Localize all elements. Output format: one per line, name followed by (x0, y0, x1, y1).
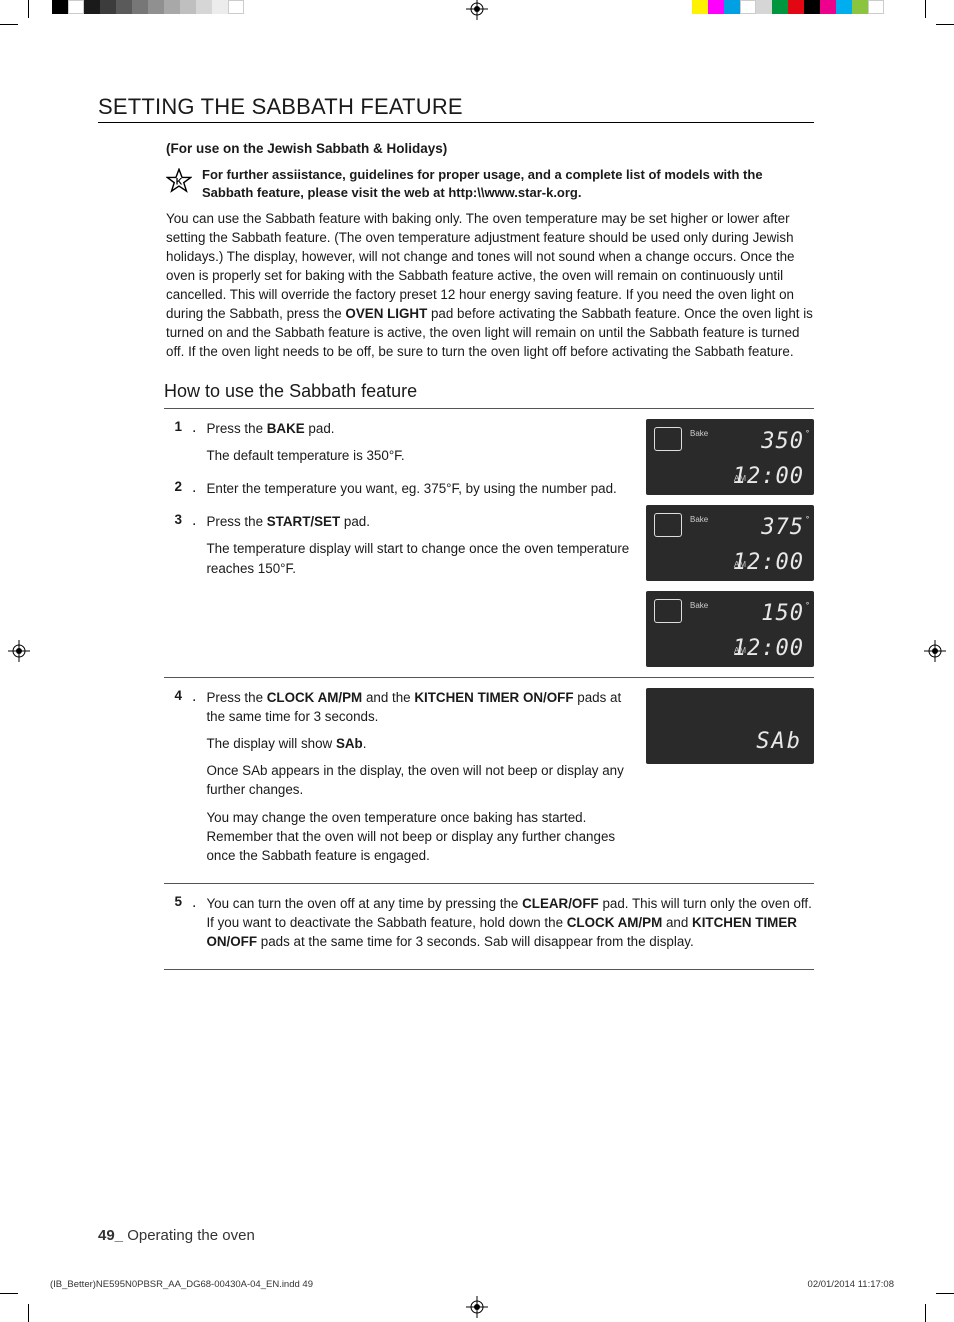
bake-label: Bake (690, 601, 708, 610)
step-number: 5 (164, 894, 182, 959)
timer-bold: KITCHEN TIMER ON/OFF (414, 690, 573, 705)
display-temp: 150 (761, 601, 804, 626)
step-num-dot: . (192, 419, 196, 473)
colorbar-right (692, 0, 884, 14)
crop-mark (28, 0, 29, 18)
step-text: The display will show (206, 736, 336, 751)
step-num-dot: . (192, 688, 196, 872)
display-clock: 12:00 (733, 550, 804, 575)
display-clock: 12:00 (733, 464, 804, 489)
step-text: You can turn the oven off at any time by… (206, 896, 522, 911)
registration-mark-icon (8, 640, 30, 662)
step-text: Press the (206, 514, 266, 529)
page-footer: 49_ Operating the oven (98, 1227, 255, 1244)
step-text: and the (362, 690, 414, 705)
assist-text: For further assiistance, guidelines for … (202, 166, 814, 201)
crop-mark (925, 1304, 926, 1322)
intro-paragraph: You can use the Sabbath feature with bak… (166, 209, 814, 361)
svg-text:K: K (176, 176, 183, 186)
page-title: SETTING THE SABBATH FEATURE (98, 94, 814, 123)
sab-bold: SAb (336, 736, 363, 751)
step-text: pad. (340, 514, 370, 529)
step-text: Press the (206, 690, 266, 705)
step-text: The temperature display will start to ch… (206, 539, 630, 577)
bake-label: Bake (690, 515, 708, 524)
step-number: 1 (164, 419, 182, 473)
oven-display-figure: Bake 350° AM 12:00 (646, 419, 814, 495)
registration-mark-icon (466, 0, 488, 20)
bake-label: Bake (690, 429, 708, 438)
display-clock: 12:00 (733, 636, 804, 661)
crop-mark (28, 1304, 29, 1322)
step-number: 2 (164, 479, 182, 506)
registration-mark-icon (924, 640, 946, 662)
crop-mark (925, 0, 926, 18)
slug-right: 02/01/2014 11:17:08 (808, 1279, 894, 1290)
crop-mark (0, 1293, 18, 1294)
step-text: Press the (206, 421, 266, 436)
footer-section: Operating the oven (123, 1227, 255, 1244)
subtitle: (For use on the Jewish Sabbath & Holiday… (166, 141, 814, 156)
crop-mark (936, 1293, 954, 1294)
display-temp: 375 (761, 515, 804, 540)
step-row: 1. Press the BAKE pad. The default tempe… (164, 408, 814, 677)
footer-page-number: 49_ (98, 1227, 123, 1244)
display-temp: 350 (761, 429, 804, 454)
step-text: The default temperature is 350°F. (206, 446, 630, 465)
registration-mark-icon (466, 1296, 488, 1318)
display-sab: SAb (756, 729, 802, 754)
step-row: 4. Press the CLOCK AM/PM and the KITCHEN… (164, 677, 814, 882)
colorbar-left (52, 0, 244, 14)
step-num-dot: . (192, 894, 196, 959)
step-num-dot: . (192, 512, 196, 585)
step-text: pads at the same time for 3 seconds. Sab… (257, 934, 694, 949)
slug-left: (IB_Better)NE595N0PBSR_AA_DG68-00430A-04… (50, 1279, 313, 1290)
crop-mark (0, 24, 18, 25)
howto-heading: How to use the Sabbath feature (164, 381, 814, 402)
crop-mark (936, 24, 954, 25)
step-number: 4 (164, 688, 182, 872)
step-text: pad. (305, 421, 335, 436)
bake-bold: BAKE (267, 421, 305, 436)
clearoff-bold: CLEAR/OFF (522, 896, 599, 911)
step-text: You may change the oven temperature once… (206, 808, 630, 865)
step-text: and (662, 915, 692, 930)
oven-display-figure: Bake 375° AM 12:00 (646, 505, 814, 581)
oven-light-bold: OVEN LIGHT (345, 306, 427, 321)
clock-bold: CLOCK AM/PM (567, 915, 662, 930)
star-k-icon: K (166, 168, 192, 194)
step-number: 3 (164, 512, 182, 585)
oven-display-figure: Bake 150° AM 12:00 (646, 591, 814, 667)
startset-bold: START/SET (267, 514, 340, 529)
clock-bold: CLOCK AM/PM (267, 690, 362, 705)
step-text: . (363, 736, 367, 751)
step-text: Enter the temperature you want, eg. 375°… (206, 479, 630, 498)
step-text: Once SAb appears in the display, the ove… (206, 761, 630, 799)
step-num-dot: . (192, 479, 196, 506)
oven-display-figure: SAb (646, 688, 814, 764)
step-row: 5. You can turn the oven off at any time… (164, 883, 814, 969)
intro-text-a: You can use the Sabbath feature with bak… (166, 211, 795, 321)
